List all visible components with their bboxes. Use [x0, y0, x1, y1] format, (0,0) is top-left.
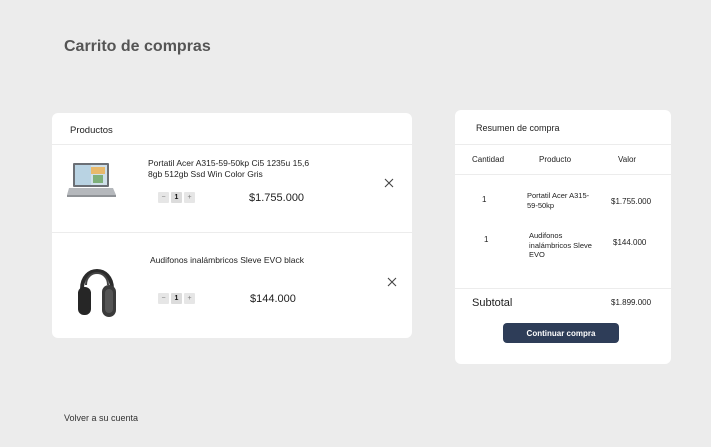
- close-icon: [384, 178, 394, 188]
- product-name: Portatil Acer A315-59-50kp Ci5 1235u 15,…: [148, 158, 310, 179]
- subtotal-label: Subtotal: [472, 297, 513, 309]
- summary-value: $144.000: [613, 238, 647, 247]
- continue-purchase-button[interactable]: Continuar compra: [503, 323, 619, 343]
- product-price: $144.000: [250, 293, 296, 305]
- remove-item-button[interactable]: [386, 275, 398, 287]
- remove-item-button[interactable]: [383, 176, 395, 188]
- quantity-value[interactable]: 1: [171, 293, 182, 304]
- products-card: Productos Portatil Acer A315-59-50kp Ci5…: [52, 113, 412, 338]
- summary-product: Portatil Acer A315-59-50kp: [527, 191, 590, 210]
- back-to-account-link[interactable]: Volver a su cuenta: [64, 413, 138, 423]
- summary-title: Resumen de compra: [476, 123, 560, 133]
- decrease-button[interactable]: −: [158, 192, 169, 203]
- close-icon: [387, 277, 397, 287]
- divider: [455, 174, 671, 175]
- summary-qty: 1: [482, 195, 487, 204]
- products-header: Productos: [70, 125, 113, 136]
- summary-card: Resumen de compra Cantidad Producto Valo…: [455, 110, 671, 364]
- page-title: Carrito de compras: [64, 38, 211, 55]
- divider: [455, 144, 671, 145]
- subtotal-value: $1.899.000: [611, 298, 652, 307]
- column-header-product: Producto: [539, 155, 572, 164]
- increase-button[interactable]: +: [184, 192, 195, 203]
- laptop-image: [67, 153, 117, 209]
- summary-value: $1.755.000: [611, 197, 652, 206]
- decrease-button[interactable]: −: [158, 293, 169, 304]
- product-name: Audifonos inalámbricos Sleve EVO black: [150, 255, 305, 265]
- headphones-image: [76, 255, 116, 321]
- cart-item: Portatil Acer A315-59-50kp Ci5 1235u 15,…: [52, 145, 412, 233]
- quantity-stepper[interactable]: − 1 +: [158, 293, 195, 304]
- cart-item: Audifonos inalámbricos Sleve EVO black −…: [52, 233, 412, 321]
- summary-product: Audifonos inalámbricos Sleve EVO: [529, 231, 592, 259]
- increase-button[interactable]: +: [184, 293, 195, 304]
- column-header-quantity: Cantidad: [472, 155, 505, 164]
- product-price: $1.755.000: [249, 192, 305, 204]
- divider: [455, 288, 671, 289]
- quantity-stepper[interactable]: − 1 +: [158, 192, 195, 203]
- summary-qty: 1: [484, 235, 489, 244]
- column-header-value: Valor: [618, 155, 637, 164]
- quantity-value[interactable]: 1: [171, 192, 182, 203]
